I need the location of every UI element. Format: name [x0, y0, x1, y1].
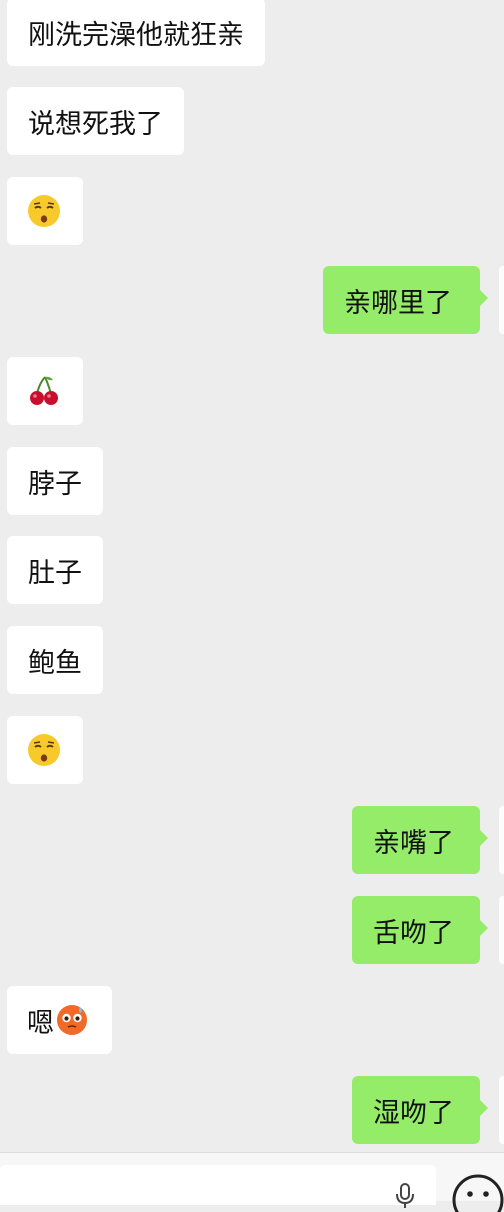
message-text: 脖子	[28, 468, 82, 500]
message-bubble-outgoing[interactable]: 亲嘴了	[352, 806, 488, 874]
message-text: 嗯	[27, 1007, 54, 1039]
shushing-face-icon	[28, 195, 60, 227]
message-text: 肚子	[28, 557, 82, 589]
message-bubble-incoming[interactable]: 脖子	[7, 447, 103, 515]
emoji-face-icon[interactable]	[452, 1172, 504, 1212]
message-text: 湿吻了	[373, 1097, 454, 1129]
shushing-face-icon	[28, 734, 60, 766]
message-bubble-outgoing[interactable]: 湿吻了	[352, 1076, 488, 1144]
message-input[interactable]	[0, 1165, 436, 1205]
message-bubble-incoming[interactable]	[7, 716, 83, 784]
message-text: 亲嘴了	[373, 827, 454, 859]
message-bubble-incoming[interactable]	[7, 357, 83, 425]
message-text: 亲哪里了	[344, 287, 452, 319]
message-text: 刚洗完澡他就狂亲	[28, 19, 244, 51]
microphone-icon[interactable]	[392, 1182, 418, 1208]
chat-message-list[interactable]: 刚洗完澡他就狂亲 说想死我了 亲哪里了 脖子 肚子 鲍鱼 亲嘴了 舌吻了 嗯 湿…	[0, 0, 504, 1152]
message-bubble-incoming[interactable]: 嗯	[7, 986, 112, 1054]
my-avatar[interactable]	[499, 896, 504, 964]
message-text: 舌吻了	[373, 917, 454, 949]
message-bubble-outgoing[interactable]: 舌吻了	[352, 896, 488, 964]
message-bubble-incoming[interactable]: 说想死我了	[7, 87, 184, 155]
message-text: 说想死我了	[28, 108, 163, 140]
message-bubble-incoming[interactable]: 刚洗完澡他就狂亲	[7, 0, 265, 66]
input-bar	[0, 1152, 504, 1205]
message-text: 鲍鱼	[28, 647, 82, 679]
message-bubble-outgoing[interactable]: 亲哪里了	[323, 266, 488, 334]
flushed-face-icon	[57, 1005, 87, 1035]
my-avatar[interactable]	[499, 1076, 504, 1144]
my-avatar[interactable]	[499, 266, 504, 334]
message-bubble-incoming[interactable]: 鲍鱼	[7, 626, 103, 694]
message-bubble-incoming[interactable]: 肚子	[7, 536, 103, 604]
cherries-icon	[30, 376, 58, 405]
my-avatar[interactable]	[499, 806, 504, 874]
message-bubble-incoming[interactable]	[7, 177, 83, 245]
